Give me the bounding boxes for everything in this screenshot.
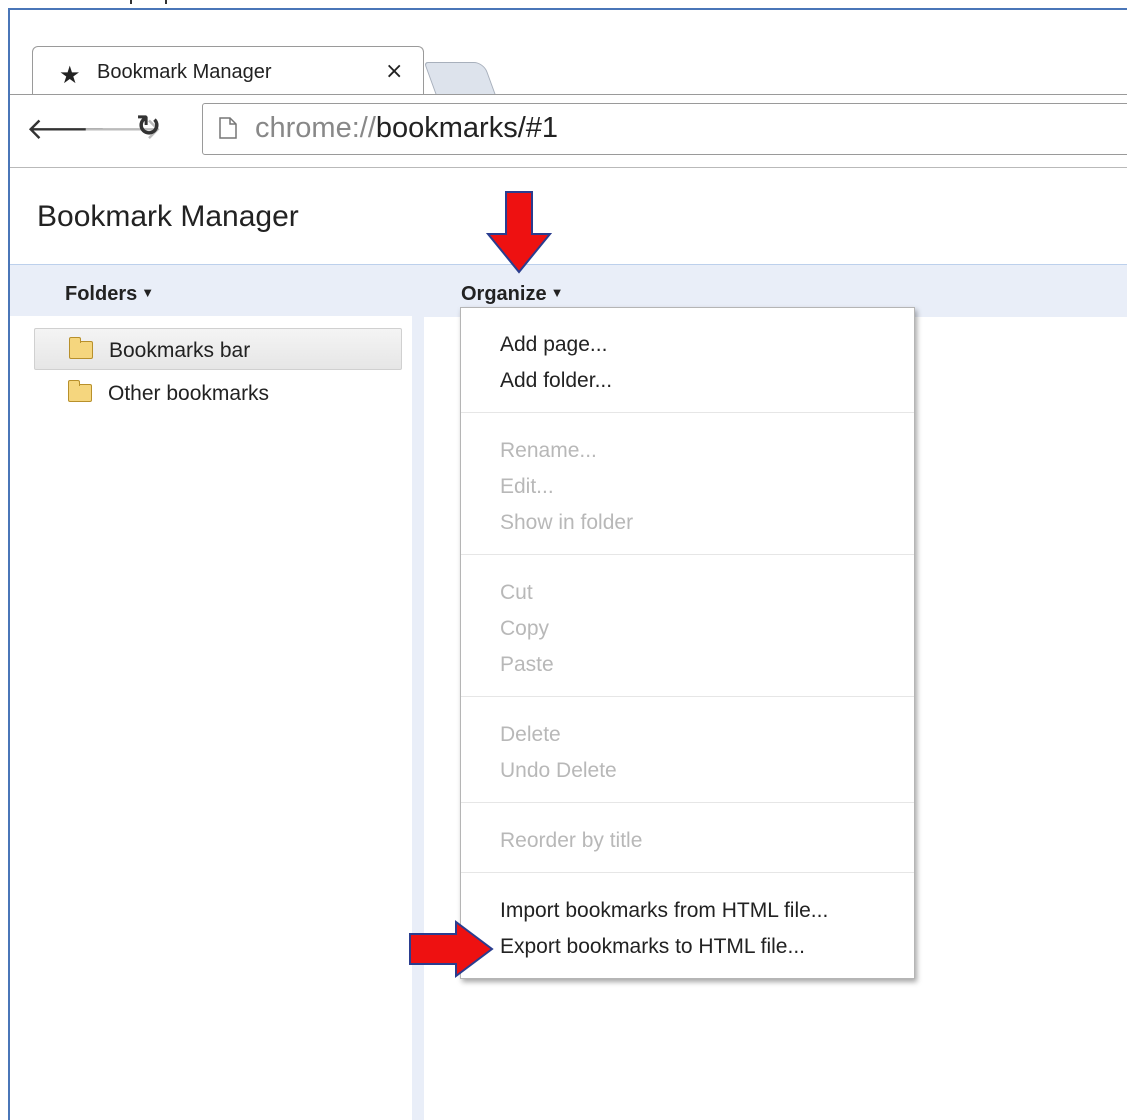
- new-tab-button[interactable]: [423, 62, 497, 96]
- menu-separator: [461, 802, 914, 803]
- url-scheme: chrome://: [255, 112, 376, 144]
- window-frame-top: [0, 0, 1127, 8]
- url-host: bookmarks: [375, 112, 518, 144]
- menu-item-delete[interactable]: Delete: [500, 723, 561, 747]
- address-bar[interactable]: chrome://bookmarks/#1: [202, 103, 1127, 155]
- menu-item-import-bookmarks[interactable]: Import bookmarks from HTML file...: [500, 899, 828, 923]
- folder-icon: [69, 337, 93, 359]
- menu-separator: [461, 696, 914, 697]
- folder-tree: Bookmarks bar Other bookmarks: [10, 316, 414, 1120]
- tab-title: Bookmark Manager: [97, 61, 272, 83]
- menu-item-copy[interactable]: Copy: [500, 617, 549, 641]
- caret-down-icon: ▼: [550, 285, 564, 300]
- menu-item-add-page[interactable]: Add page...: [500, 333, 607, 357]
- red-arrow-icon: [485, 191, 553, 274]
- folder-item-bookmarks-bar[interactable]: Bookmarks bar: [34, 328, 402, 370]
- folder-label: Other bookmarks: [108, 382, 270, 405]
- menu-item-reorder-by-title[interactable]: Reorder by title: [500, 829, 642, 853]
- caret-down-icon: ▼: [141, 285, 155, 300]
- menu-item-export-bookmarks[interactable]: Export bookmarks to HTML file...: [500, 935, 805, 959]
- menu-item-paste[interactable]: Paste: [500, 653, 554, 677]
- menu-separator: [461, 412, 914, 413]
- reload-icon[interactable]: ↻: [136, 109, 161, 144]
- page-title: Bookmark Manager: [37, 200, 299, 233]
- menu-separator: [461, 554, 914, 555]
- menu-item-undo-delete[interactable]: Undo Delete: [500, 759, 617, 783]
- menu-item-show-in-folder[interactable]: Show in folder: [500, 511, 633, 535]
- organize-menu-label: Organize: [461, 283, 547, 305]
- url-text: chrome://bookmarks/#1: [255, 112, 558, 145]
- star-icon: ★: [59, 61, 81, 89]
- folders-menu-label: Folders: [65, 283, 138, 305]
- pane-splitter[interactable]: [412, 316, 424, 1120]
- close-icon[interactable]: ×: [385, 59, 403, 84]
- menu-separator: [461, 872, 914, 873]
- menu-item-edit[interactable]: Edit...: [500, 475, 554, 499]
- folder-item-other-bookmarks[interactable]: Other bookmarks: [34, 372, 402, 414]
- folder-icon: [68, 380, 92, 402]
- menu-item-rename[interactable]: Rename...: [500, 439, 597, 463]
- page-icon: [219, 117, 237, 139]
- folder-label: Bookmarks bar: [109, 339, 251, 362]
- menu-item-cut[interactable]: Cut: [500, 581, 533, 605]
- organize-dropdown-menu: Add page... Add folder... Rename... Edit…: [460, 307, 915, 979]
- organize-menu-button[interactable]: Organize ▼: [461, 283, 563, 306]
- menu-item-add-folder[interactable]: Add folder...: [500, 369, 612, 393]
- window-frame-left: [0, 8, 8, 1120]
- folders-menu-button[interactable]: Folders ▼: [65, 283, 154, 306]
- url-path: /#1: [517, 112, 559, 144]
- browser-toolbar: 🡐 🡒 ↻ chrome://bookmarks/#1: [10, 95, 1127, 168]
- tab-strip: ★ Bookmark Manager ×: [10, 10, 1127, 104]
- red-arrow-icon: [409, 920, 494, 978]
